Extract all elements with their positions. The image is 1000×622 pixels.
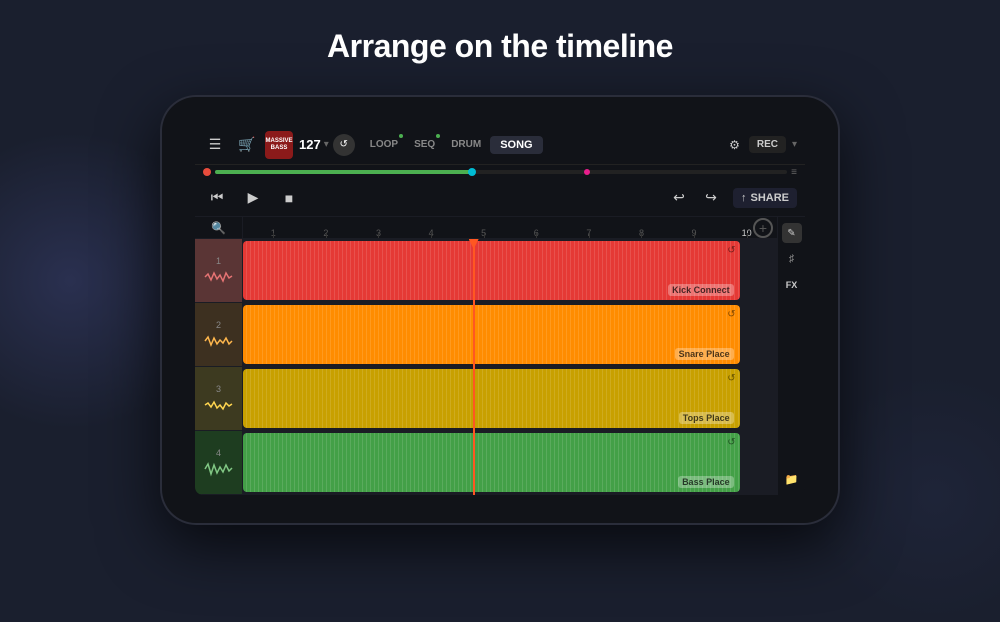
clip-loop-icon-3: ↺ — [727, 373, 735, 384]
clip-loop-icon-4: ↺ — [727, 437, 735, 448]
clip-label-3: Tops Place — [679, 412, 734, 424]
track-clip-4[interactable]: ↺ Bass Place — [243, 433, 740, 492]
tab-seq[interactable]: SEQ — [407, 136, 442, 153]
metronome-icon: ↺ — [340, 139, 348, 150]
ruler-mark-9: 9 — [668, 228, 721, 238]
share-button[interactable]: ↑ SHARE — [733, 188, 797, 208]
track-label-4[interactable]: 4 — [195, 431, 242, 495]
dropdown-chevron[interactable]: ▾ — [790, 139, 799, 150]
clip-waveform-1 — [243, 241, 740, 300]
track-row-3: ↺ Tops Place — [243, 367, 777, 431]
track-row-1: ↺ Kick Connect — [243, 239, 777, 303]
undo-button[interactable]: ↩ — [665, 184, 693, 212]
clip-loop-icon-2: ↺ — [727, 309, 735, 320]
bpm-area[interactable]: 127 ▾ — [299, 137, 329, 152]
progress-area: ≡ — [195, 165, 805, 179]
app-screen: ☰ 🛒 MASSIVEBASS 127 ▾ ↺ LOOP — [195, 125, 805, 495]
track-clip-1[interactable]: ↺ Kick Connect — [243, 241, 740, 300]
clip-label-1: Kick Connect — [668, 284, 734, 296]
timeline-main: 1 2 3 4 5 6 7 8 9 10 + — [243, 217, 777, 495]
tab-drum[interactable]: DRUM — [444, 136, 488, 153]
controls-row: ⏮ ▶ ■ ↩ ↪ ↑ SHARE — [195, 179, 805, 217]
tab-loop[interactable]: LOOP — [363, 136, 405, 153]
ruler-mark-5: 5 — [457, 228, 510, 238]
page-headline: Arrange on the timeline — [0, 28, 1000, 65]
undo-redo-group: ↩ ↪ — [665, 184, 725, 212]
menu-button[interactable]: ☰ — [201, 131, 229, 159]
waveform-1 — [203, 268, 235, 286]
play-button[interactable]: ▶ — [239, 184, 267, 212]
rewind-button[interactable]: ⏮ — [203, 184, 231, 212]
clip-waveform-2 — [243, 305, 740, 364]
phone-body: ☰ 🛒 MASSIVEBASS 127 ▾ ↺ LOOP — [160, 95, 840, 525]
track-number-2: 2 — [216, 320, 221, 330]
track-number-4: 4 — [216, 448, 221, 458]
track-label-1[interactable]: 1 — [195, 239, 242, 303]
clip-label-4: Bass Place — [678, 476, 734, 488]
track-row-2: ↺ Snare Place — [243, 303, 777, 367]
expand-icon: ✎ — [782, 223, 802, 243]
mixer-button[interactable]: ⚙ — [724, 135, 745, 155]
loop-dot — [399, 134, 403, 138]
ruler-mark-8: 8 — [615, 228, 668, 238]
tab-song[interactable]: SONG — [490, 136, 542, 154]
waveform-4 — [203, 460, 235, 478]
mode-tabs: LOOP SEQ DRUM SONG — [363, 136, 720, 154]
ruler-mark-1: 1 — [247, 228, 300, 238]
progress-start-dot — [203, 168, 211, 176]
track-row-4: ↺ Bass Place — [243, 431, 777, 495]
track-label-3[interactable]: 3 — [195, 367, 242, 431]
folder-button[interactable]: 📁 — [780, 467, 804, 491]
playhead — [473, 239, 475, 495]
stop-button[interactable]: ■ — [275, 184, 303, 212]
bpm-value: 127 — [299, 137, 321, 152]
progress-marker — [584, 169, 590, 175]
clip-waveform-4 — [243, 433, 740, 492]
add-track-button[interactable]: + — [753, 218, 773, 238]
cart-icon: 🛒 — [238, 136, 255, 153]
ruler-mark-7: 7 — [563, 228, 616, 238]
ruler-mark-2: 2 — [300, 228, 353, 238]
track-number-3: 3 — [216, 384, 221, 394]
metronome-button[interactable]: ↺ — [333, 134, 355, 156]
ruler-spacer: 🔍 — [195, 217, 242, 239]
top-bar: ☰ 🛒 MASSIVEBASS 127 ▾ ↺ LOOP — [195, 125, 805, 165]
fx-button[interactable]: FX — [780, 273, 804, 297]
progress-thumb[interactable] — [468, 168, 476, 176]
lines-icon: ≡ — [791, 167, 797, 178]
redo-button[interactable]: ↪ — [697, 184, 725, 212]
waveform-3 — [203, 396, 235, 414]
track-number-1: 1 — [216, 256, 221, 266]
ruler-mark-6: 6 — [510, 228, 563, 238]
ruler-marks: 1 2 3 4 5 6 7 8 9 10 — [247, 217, 773, 238]
waveform-2 — [203, 332, 235, 350]
track-clip-3[interactable]: ↺ Tops Place — [243, 369, 740, 428]
phone-mockup: ☰ 🛒 MASSIVEBASS 127 ▾ ↺ LOOP — [160, 95, 840, 525]
timeline-area: 🔍 1 2 — [195, 217, 805, 495]
right-panel: ✎ ♯ FX 📁 — [777, 217, 805, 495]
zoom-icon[interactable]: 🔍 — [211, 221, 226, 235]
time-ruler: 1 2 3 4 5 6 7 8 9 10 + — [243, 217, 777, 239]
track-labels-column: 🔍 1 2 — [195, 217, 243, 495]
share-icon: ↑ — [741, 192, 747, 204]
expand-button[interactable]: ✎ — [780, 221, 804, 245]
clip-loop-icon-1: ↺ — [727, 245, 735, 256]
clip-label-2: Snare Place — [675, 348, 734, 360]
menu-icon: ☰ — [209, 136, 222, 153]
seq-dot — [436, 134, 440, 138]
track-clip-2[interactable]: ↺ Snare Place — [243, 305, 740, 364]
track-label-2[interactable]: 2 — [195, 303, 242, 367]
progress-fill — [215, 170, 472, 174]
clip-waveform-3 — [243, 369, 740, 428]
rec-button[interactable]: REC — [749, 136, 786, 153]
bpm-dropdown-icon: ▾ — [324, 139, 329, 150]
progress-bar[interactable] — [215, 170, 787, 174]
ruler-mark-4: 4 — [405, 228, 458, 238]
cart-button[interactable]: 🛒 — [233, 131, 261, 159]
tune-button[interactable]: ♯ — [780, 247, 804, 271]
album-art[interactable]: MASSIVEBASS — [265, 131, 293, 159]
tracks-content: ↺ Kick Connect ↺ Snare Place — [243, 239, 777, 495]
ruler-mark-3: 3 — [352, 228, 405, 238]
